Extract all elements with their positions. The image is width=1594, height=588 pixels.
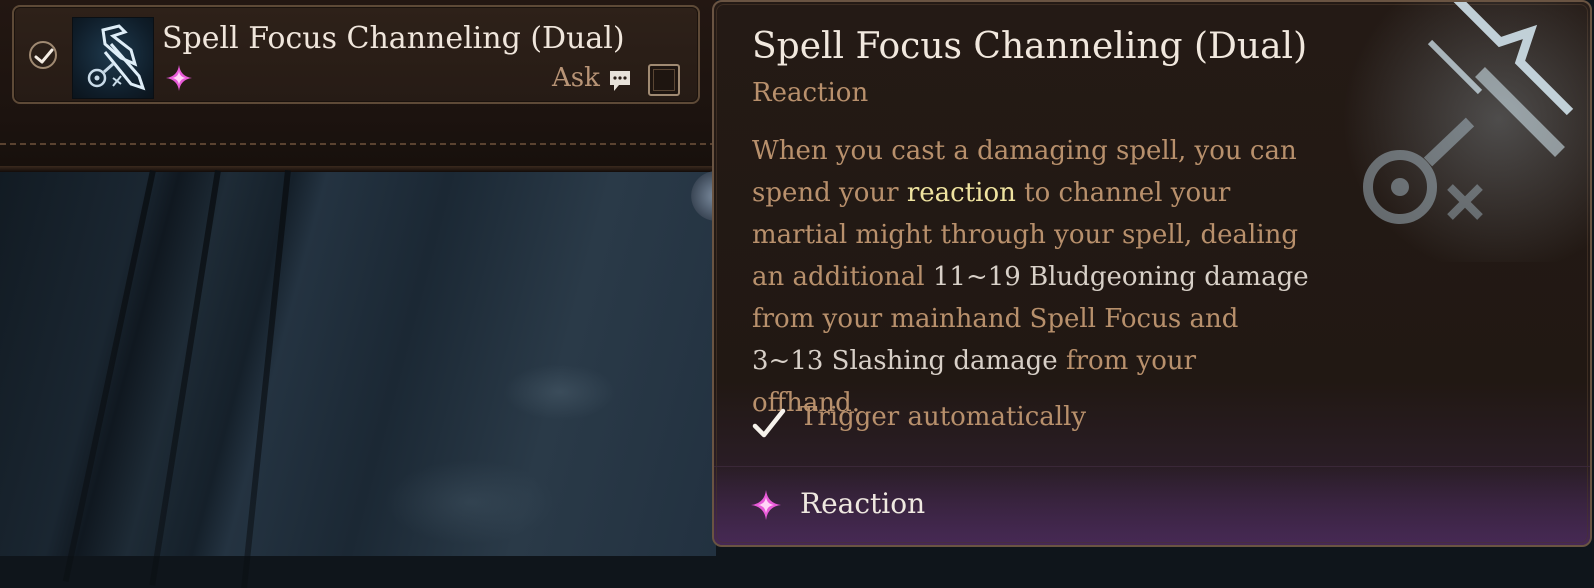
tooltip-description: When you cast a damaging spell, you can … (752, 130, 1312, 424)
reaction-star-icon (751, 490, 781, 520)
footer-label: Reaction (800, 487, 926, 520)
trigger-label: Trigger automatically (800, 402, 1087, 432)
speech-bubble-icon (610, 71, 630, 91)
stone-floor-scene (0, 172, 716, 556)
checkmark-circle-icon[interactable] (29, 41, 57, 69)
slashing-damage: 3~13 Slashing damage (752, 346, 1058, 376)
spell-focus-channeling-icon (72, 17, 154, 99)
row-title: Spell Focus Channeling (Dual) (162, 21, 625, 56)
tooltip-title: Spell Focus Channeling (Dual) (752, 26, 1308, 67)
tooltip-subtitle: Reaction (752, 78, 869, 108)
reaction-row[interactable]: Spell Focus Channeling (Dual) Ask (12, 5, 700, 104)
description-text: from your mainhand Spell Focus and (752, 304, 1239, 334)
bludgeoning-damage: 11~19 Bludgeoning damage (932, 262, 1309, 292)
checkmark-icon (752, 408, 786, 438)
reaction-star-icon (166, 65, 192, 91)
ask-label: Ask (552, 63, 600, 93)
reaction-keyword[interactable]: reaction (907, 178, 1016, 208)
panel-divider (0, 143, 716, 145)
tooltip-panel: Spell Focus Channeling (Dual) Reaction W… (712, 0, 1592, 547)
spell-art-icon (1330, 2, 1590, 262)
tooltip-footer: Reaction (714, 466, 1590, 545)
ask-toggle-checkbox[interactable] (648, 64, 680, 96)
